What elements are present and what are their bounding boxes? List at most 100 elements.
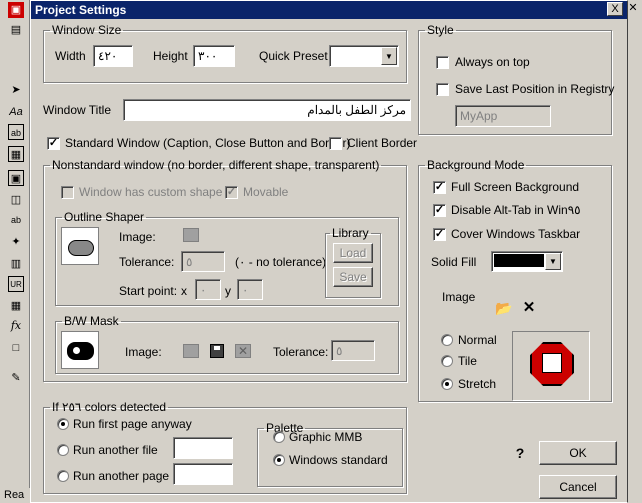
solid-fill-select[interactable]: ▼ — [491, 251, 563, 272]
chevron-down-icon[interactable]: ▼ — [381, 47, 397, 65]
cancel-button[interactable]: Cancel — [539, 475, 617, 499]
graphic-mmb-label: Graphic MMB — [289, 430, 363, 444]
height-label: Height — [153, 49, 188, 63]
custom-shape-label: Window has custom shape — [79, 185, 223, 199]
nonstandard-legend: Nonstandard window (no border, different… — [52, 158, 380, 172]
stretch-label: Stretch — [458, 377, 497, 391]
quick-preset-label: Quick Preset — [259, 49, 328, 63]
save-disk-icon[interactable] — [210, 344, 224, 358]
dialog-titlebar[interactable]: Project Settings — [31, 1, 627, 19]
load-button[interactable]: Load — [333, 243, 373, 263]
bw-mask-legend: B/W Mask — [64, 314, 119, 328]
shape-tool-icon[interactable]: ◫ — [8, 192, 24, 208]
x-label: x — [181, 284, 187, 298]
window-title-input[interactable]: مركز الطفل بالمدام — [123, 99, 411, 121]
delete-image-icon[interactable]: ✕ — [521, 300, 537, 316]
custom-shape-checkbox[interactable] — [61, 186, 74, 199]
solid-fill-label: Solid Fill — [431, 255, 477, 269]
disable-alt-tab-checkbox[interactable]: ✓ — [433, 204, 446, 217]
url-tool-icon[interactable]: UR — [8, 276, 24, 292]
full-screen-label: Full Screen Background — [451, 180, 580, 194]
windows-standard-radio[interactable] — [273, 454, 285, 466]
dialog-title: Project Settings — [35, 3, 127, 17]
bw-image-label: Image: — [125, 345, 162, 359]
ok-button[interactable]: OK — [539, 441, 617, 465]
gif-tool-icon[interactable]: ✦ — [8, 234, 24, 250]
close-button[interactable]: X — [607, 2, 623, 16]
browse-image-icon[interactable] — [183, 228, 199, 242]
app-logo-icon: ▣ — [8, 2, 24, 18]
mask-shape-icon — [67, 342, 94, 360]
width-label: Width — [55, 49, 86, 63]
windows-standard-label: Windows standard — [289, 453, 388, 467]
outline-image-label: Image: — [119, 230, 156, 244]
textbox-tool-icon[interactable]: ab — [8, 124, 24, 140]
run-file-input[interactable] — [173, 437, 233, 459]
run-file-label: Run another file — [73, 443, 158, 457]
pointer-tool-icon[interactable]: ➤ — [8, 82, 24, 98]
normal-label: Normal — [458, 333, 497, 347]
y-label: y — [225, 284, 231, 298]
quick-preset-select[interactable]: ▼ — [329, 45, 399, 67]
library-legend: Library — [332, 226, 369, 240]
start-y-input[interactable]: ٠ — [237, 279, 263, 300]
save-button[interactable]: Save — [333, 267, 373, 287]
run-file-radio[interactable] — [57, 444, 69, 456]
bw-tolerance-input[interactable]: ٥ — [331, 340, 375, 361]
rectangle-tool-icon[interactable]: □ — [8, 340, 24, 356]
video-tool-icon[interactable]: ▥ — [8, 256, 24, 272]
movable-checkbox[interactable]: ✓ — [225, 186, 238, 199]
image-tool-icon[interactable]: ▦ — [8, 146, 24, 162]
background-preview — [512, 331, 590, 401]
chevron-down-icon[interactable]: ▼ — [545, 253, 561, 270]
client-border-label: Client Border — [347, 136, 418, 150]
color-swatch — [494, 254, 544, 267]
bw-tolerance-label: Tolerance: — [273, 345, 329, 359]
always-on-top-label: Always on top — [455, 55, 530, 69]
window-title-label: Window Title — [43, 103, 112, 117]
cover-taskbar-checkbox[interactable]: ✓ — [433, 228, 446, 241]
script-tool-icon[interactable]: ✎ — [8, 370, 24, 386]
status-text: Rea — [4, 489, 25, 501]
button-tool-icon[interactable]: ▣ — [8, 170, 24, 186]
client-border-checkbox[interactable] — [329, 137, 342, 150]
tolerance-hint: (٠ - no tolerance) — [235, 255, 327, 269]
tile-radio[interactable] — [441, 355, 453, 367]
start-x-input[interactable]: ٠ — [195, 279, 221, 300]
clear-mask-icon[interactable]: ✕ — [235, 344, 251, 358]
label-tool-icon[interactable]: ab — [8, 212, 24, 228]
text-tool-icon[interactable]: Aa — [8, 104, 24, 120]
outline-shaper-legend: Outline Shaper — [64, 210, 145, 224]
run-page-label: Run another page — [73, 469, 170, 483]
run-page-radio[interactable] — [57, 470, 69, 482]
tile-label: Tile — [458, 354, 477, 368]
full-screen-checkbox[interactable]: ✓ — [433, 181, 446, 194]
background-mode-legend: Background Mode — [427, 158, 525, 172]
grid-tool-icon[interactable]: ▦ — [8, 298, 24, 314]
help-icon[interactable]: ? — [513, 445, 527, 461]
height-input[interactable]: ٣٠٠ — [193, 45, 235, 67]
open-folder-icon[interactable]: 📂 — [495, 300, 513, 316]
bw-mask-preview — [61, 331, 99, 369]
always-on-top-checkbox[interactable] — [436, 56, 449, 69]
run-first-radio[interactable] — [57, 418, 69, 430]
tolerance-input[interactable]: ٥ — [181, 251, 225, 272]
run-page-input[interactable] — [173, 463, 233, 485]
standard-window-label: Standard Window (Caption, Close Button a… — [65, 136, 351, 150]
standard-window-checkbox[interactable]: ✓ — [47, 137, 60, 150]
disable-alt-tab-label: Disable Alt-Tab in Win٩٥ — [451, 203, 581, 217]
normal-radio[interactable] — [441, 334, 453, 346]
window-size-legend: Window Size — [52, 23, 122, 37]
app-name-input[interactable]: MyApp — [455, 105, 551, 127]
background-toolbar: ▣ ▤ ➤ Aa ab ▦ ▣ ◫ ab ✦ ▥ UR ▦ fx □ ✎ — [0, 0, 30, 503]
style-legend: Style — [427, 23, 454, 37]
save-last-position-checkbox[interactable] — [436, 83, 449, 96]
width-input[interactable]: ٤٢٠ — [93, 45, 133, 67]
function-tool-icon[interactable]: fx — [8, 318, 24, 334]
movable-label: Movable — [243, 185, 289, 199]
doc-icon[interactable]: ▤ — [8, 22, 24, 38]
graphic-mmb-radio[interactable] — [273, 431, 285, 443]
browse-mask-icon[interactable] — [183, 344, 199, 358]
stretch-radio[interactable] — [441, 378, 453, 390]
cover-taskbar-label: Cover Windows Taskbar — [451, 227, 581, 241]
